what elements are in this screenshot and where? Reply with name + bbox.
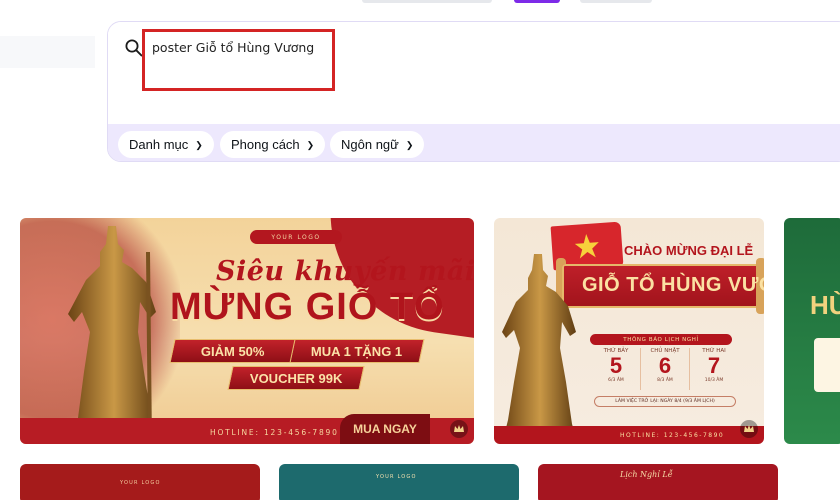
poster-notice: THÔNG BÁO LỊCH NGHỈ	[590, 334, 732, 345]
sidebar-fragment	[0, 36, 95, 68]
filter-label: Phong cách	[231, 137, 300, 152]
template-card[interactable]: CHÀO MỪNG ĐẠI LỄ GIỖ TỔ HÙNG VƯƠNG THÔNG…	[494, 218, 764, 444]
chevron-down-icon: ❯	[195, 140, 203, 150]
template-card[interactable]: HÙ	[784, 218, 840, 444]
poster-logo: YOUR LOGO	[376, 474, 417, 480]
template-card[interactable]: YOUR LOGO	[20, 464, 260, 500]
holiday-days: THỨ BẢY 5 6/3 ÂM CHỦ NHẬT 6 8/3 ÂM THỨ H…	[592, 348, 738, 390]
filter-category-dropdown[interactable]: Danh mục ❯	[118, 131, 214, 158]
poster-title: MỪNG GIỖ TỔ	[170, 286, 445, 328]
annotation-highlight-box	[142, 29, 335, 91]
holiday-day: CHỦ NHẬT 6 8/3 ÂM	[641, 348, 690, 390]
poster-hotline: HOTLINE: 123-456-7890	[210, 428, 339, 437]
top-tab-fragment[interactable]	[580, 0, 652, 3]
filter-bar: Danh mục ❯ Phong cách ❯ Ngôn ngữ ❯	[108, 124, 840, 161]
poster-logo: YOUR LOGO	[120, 480, 161, 486]
top-tab-fragment-active[interactable]	[514, 0, 560, 3]
poster-script-title: Lịch Nghỉ Lễ	[620, 470, 673, 479]
search-icon	[125, 39, 143, 57]
poster-subtitle: CHÀO MỪNG ĐẠI LỄ	[624, 243, 754, 258]
filter-label: Danh mục	[129, 137, 189, 152]
poster-resume-note: LÀM VIỆC TRỞ LẠI: NGÀY 8/4 (9/3 ÂM LỊCH)	[594, 396, 736, 407]
statue-image	[502, 254, 578, 444]
chevron-down-icon: ❯	[405, 140, 414, 150]
top-tab-fragment[interactable]	[362, 0, 492, 3]
holiday-day: THỨ HAI 7 10/3 ÂM	[702, 348, 726, 383]
statue-image	[68, 226, 160, 444]
filter-language-dropdown[interactable]: Ngôn ngữ ❯	[330, 131, 425, 158]
poster-script-title: Siêu khuyến mãi	[216, 256, 474, 287]
holiday-day: THỨ BẢY 5 6/3 ÂM	[592, 348, 641, 390]
promo-badge: MUA 1 TẶNG 1	[289, 339, 425, 363]
template-card[interactable]: Lịch Nghỉ Lễ	[538, 464, 778, 500]
decorative-box	[814, 338, 840, 392]
chevron-down-icon: ❯	[306, 140, 315, 150]
promo-badge: VOUCHER 99K	[227, 366, 365, 390]
poster-hotline: HOTLINE: 123-456-7890	[620, 432, 725, 439]
filter-label: Ngôn ngữ	[341, 137, 399, 152]
poster-logo: YOUR LOGO	[250, 230, 342, 244]
template-card[interactable]: YOUR LOGO Siêu khuyến mãi MỪNG GIỖ TỔ GI…	[20, 218, 474, 444]
premium-crown-icon	[740, 420, 758, 438]
promo-badge: GIẢM 50%	[169, 339, 297, 363]
poster-cta: MUA NGAY	[340, 414, 430, 444]
template-card[interactable]: YOUR LOGO	[279, 464, 519, 500]
filter-style-dropdown[interactable]: Phong cách ❯	[220, 131, 326, 158]
poster-title: HÙ	[810, 290, 840, 320]
poster-title: GIỖ TỔ HÙNG VƯƠNG	[582, 274, 764, 296]
premium-crown-icon	[450, 420, 468, 438]
